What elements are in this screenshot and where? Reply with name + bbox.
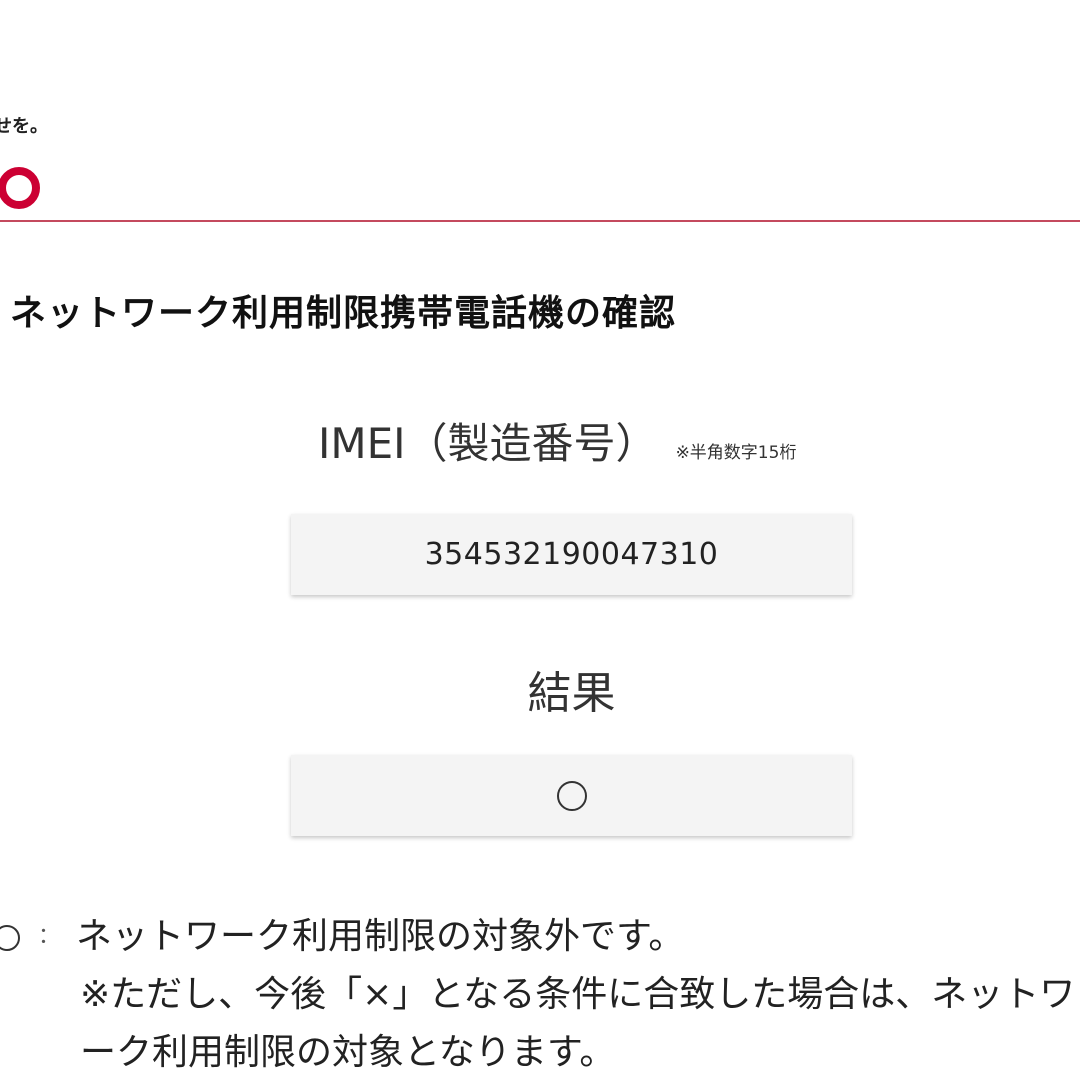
site-header: せを。 [0, 0, 1080, 222]
circle-legend-icon [0, 925, 20, 951]
imei-format-note: ※半角数字15桁 [675, 443, 797, 463]
imei-label-text: IMEI（製造番号） [318, 419, 658, 468]
imei-label: IMEI（製造番号） ※半角数字15桁 [318, 410, 796, 471]
legend-text: ネットワーク利用制限の対象外です。 [76, 916, 685, 957]
page-title: ネットワーク利用制限携帯電話機の確認 [10, 293, 677, 334]
result-label: 結果 [527, 668, 616, 719]
header-tagline: せを。 [0, 116, 48, 137]
result-value-field [291, 755, 852, 836]
brand-logo-icon[interactable] [0, 167, 40, 209]
page: せを。 ネットワーク利用制限携帯電話機の確認 IMEI（製造番号） ※半角数字15… [0, 0, 1080, 1080]
legend-colon: ： [38, 924, 61, 949]
legend-note: ※ただし、今後「×」となる条件に合致した場合は、ネットワーク利用制限の対象となり… [80, 974, 1076, 1073]
imei-value-field[interactable]: 354532190047310 [291, 514, 852, 595]
circle-result-icon [556, 780, 587, 811]
